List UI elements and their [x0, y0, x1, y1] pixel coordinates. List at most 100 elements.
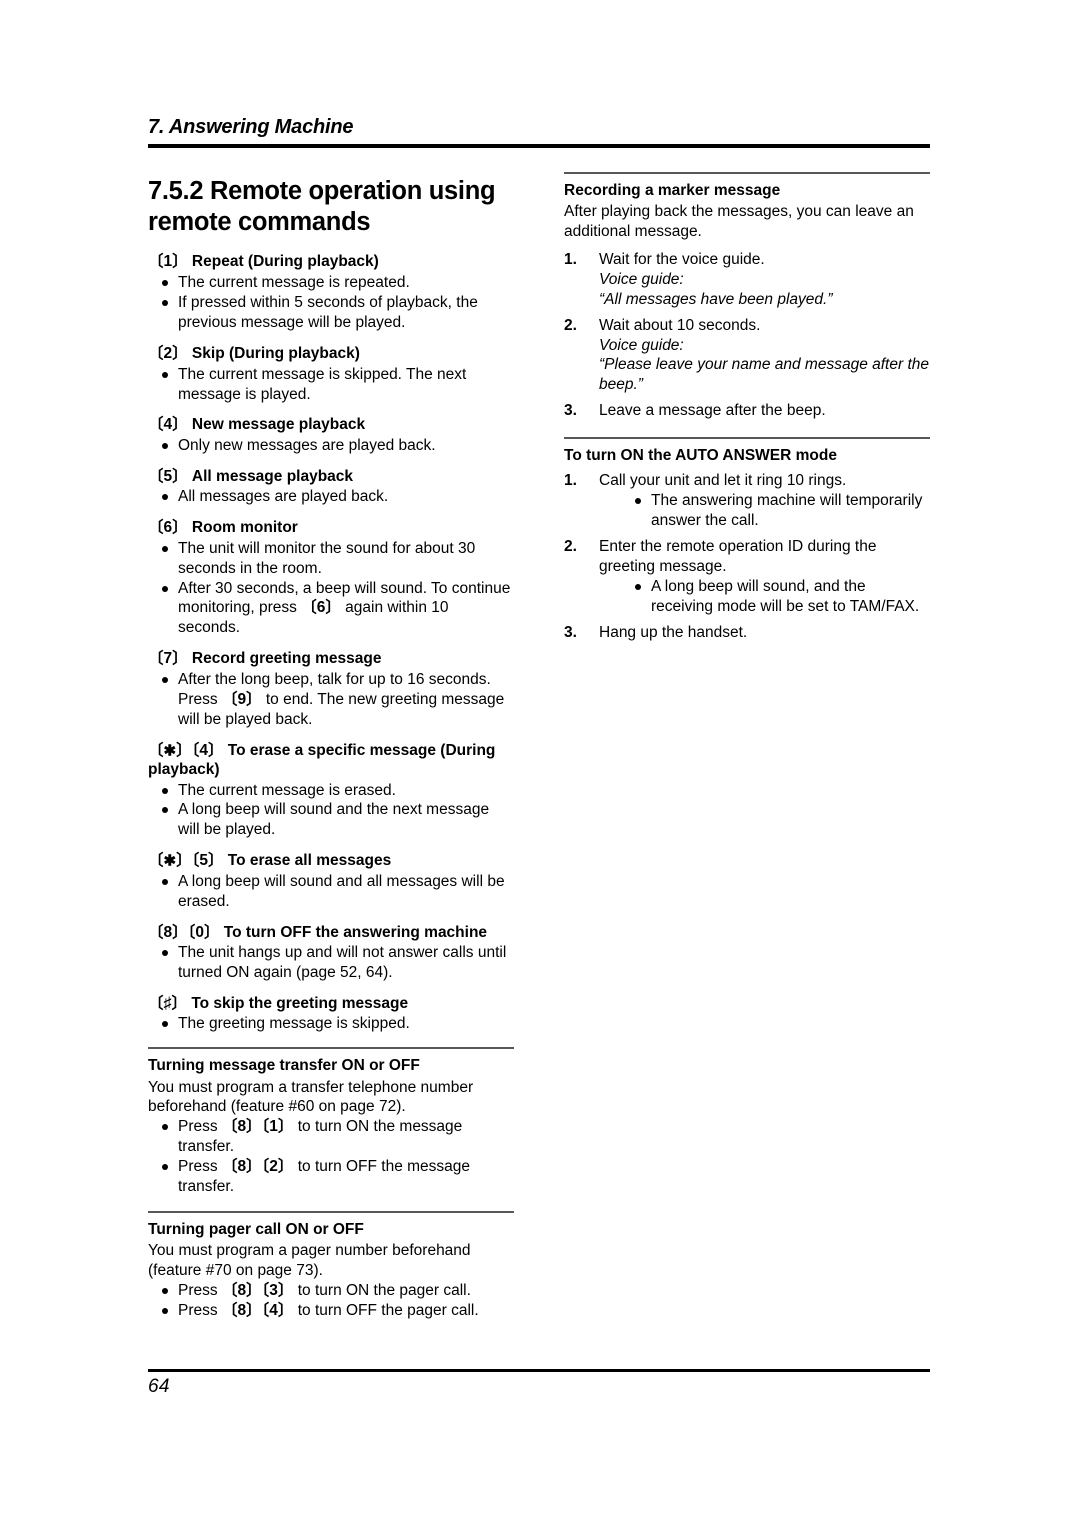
- list-item: 3. Leave a message after the beep.: [564, 401, 930, 421]
- step-number: 1.: [564, 250, 577, 268]
- step-bullets: A long beep will sound, and the receivin…: [599, 577, 930, 617]
- list-item: A long beep will sound, and the receivin…: [631, 577, 930, 617]
- heading-auto-answer: To turn ON the AUTO ANSWER mode: [564, 447, 837, 465]
- key-cap-6-inline: 〔6〕: [301, 599, 341, 617]
- key-cap-sharp: 〔♯〕: [148, 994, 188, 1012]
- list-item: 2. Wait about 10 seconds. Voice guide: “…: [564, 316, 930, 396]
- list-item: Only new messages are played back.: [158, 436, 514, 456]
- step-number: 1.: [564, 472, 577, 490]
- heading-marker-message: Recording a marker message: [564, 182, 781, 199]
- list-item: 1. Wait for the voice guide. Voice guide…: [564, 250, 930, 310]
- footer-rule: [148, 1369, 930, 1372]
- voice-guide-quote: “Please leave your name and message afte…: [599, 356, 929, 394]
- steps-auto-answer: 1. Call your unit and let it ring 10 rin…: [564, 471, 930, 642]
- page-title: 7.5.2 Remote operation using remote comm…: [148, 177, 496, 237]
- command-bullets-room-monitor: The unit will monitor the sound for abou…: [148, 539, 514, 639]
- command-bullets-turn-off-am: The unit hangs up and will not answer ca…: [148, 943, 514, 983]
- list-item: A long beep will sound and the next mess…: [158, 800, 514, 840]
- page-number: 64: [148, 1376, 170, 1397]
- text-marker-message-intro: After playing back the messages, you can…: [564, 203, 914, 241]
- voice-guide-label: Voice guide:: [599, 270, 684, 288]
- command-bullets-all-playback: All messages are played back.: [148, 487, 514, 507]
- asterisk-icon: ✱: [163, 852, 177, 870]
- step-text: Enter the remote operation ID during the…: [599, 538, 877, 575]
- list-item: After the long beep, talk for up to 16 s…: [158, 670, 514, 730]
- command-heading-skip-greeting: 〔♯〕 To skip the greeting message: [148, 994, 409, 1012]
- step-number: 2.: [564, 316, 577, 334]
- command-heading-turn-off-am: 〔8〕〔0〕 To turn OFF the answering machine: [148, 923, 488, 941]
- command-bullets-erase-specific: The current message is erased. A long be…: [148, 781, 514, 841]
- list-item: The current message is repeated.: [158, 273, 514, 293]
- step-text: Wait for the voice guide.: [599, 250, 765, 268]
- voice-guide-quote: “All messages have been played.”: [599, 290, 833, 308]
- step-text: Leave a message after the beep.: [599, 402, 826, 420]
- step-text: Call your unit and let it ring 10 rings.: [599, 472, 847, 490]
- sharp-icon: ♯: [163, 994, 172, 1012]
- key-cap-4: 〔4〕: [148, 416, 188, 434]
- left-column: 7.5.2 Remote operation using remote comm…: [148, 172, 514, 1321]
- command-heading-erase-specific: 〔✱〕〔4〕 To erase a specific message (Duri…: [148, 741, 496, 779]
- list-item: After 30 seconds, a beep will sound. To …: [158, 579, 514, 639]
- list-item: Press 〔8〕〔2〕 to turn OFF the message tra…: [158, 1157, 514, 1197]
- command-bullets-repeat: The current message is repeated. If pres…: [148, 273, 514, 333]
- command-bullets-record-greeting: After the long beep, talk for up to 16 s…: [148, 670, 514, 730]
- key-cap-8-0: 〔8〕〔0〕: [148, 923, 220, 941]
- heading-pager-call: Turning pager call ON or OFF: [148, 1220, 364, 1238]
- key-cap-star-5: 〔✱〕〔5〕: [148, 852, 224, 870]
- key-cap-2: 〔2〕: [148, 345, 188, 363]
- asterisk-icon: ✱: [163, 742, 177, 760]
- command-heading-all-playback: 〔5〕 All message playback: [148, 467, 354, 485]
- command-bullets-skip: The current message is skipped. The next…: [148, 365, 514, 405]
- list-item: The greeting message is skipped.: [158, 1014, 514, 1034]
- list-item: The unit will monitor the sound for abou…: [158, 539, 514, 579]
- step-number: 2.: [564, 538, 577, 556]
- list-item: All messages are played back.: [158, 487, 514, 507]
- text-message-transfer-intro: You must program a transfer telephone nu…: [148, 1078, 474, 1116]
- command-heading-record-greeting: 〔7〕 Record greeting message: [148, 650, 382, 668]
- text-pager-call-intro: You must program a pager number beforeha…: [148, 1242, 471, 1279]
- list-item: A long beep will sound and all messages …: [158, 872, 514, 912]
- voice-guide-label: Voice guide:: [599, 336, 684, 354]
- section-divider: [564, 437, 930, 440]
- heading-message-transfer: Turning message transfer ON or OFF: [148, 1057, 420, 1075]
- key-cap-star-4: 〔✱〕〔4〕: [148, 741, 224, 760]
- list-item: Press 〔8〕〔1〕 to turn ON the message tran…: [158, 1117, 514, 1157]
- list-item: The current message is skipped. The next…: [158, 365, 514, 405]
- list-item: The answering machine will temporarily a…: [631, 491, 930, 531]
- list-item: Press 〔8〕〔4〕 to turn OFF the pager call.: [158, 1301, 514, 1321]
- running-head: 7. Answering Machine: [148, 116, 930, 148]
- command-heading-skip: 〔2〕 Skip (During playback): [148, 345, 360, 363]
- key-cap-6: 〔6〕: [148, 519, 188, 537]
- bullets-message-transfer: Press 〔8〕〔1〕 to turn ON the message tran…: [148, 1117, 514, 1197]
- command-heading-repeat: 〔1〕 Repeat (During playback): [148, 253, 379, 271]
- key-cap-8-1: 〔8〕〔1〕: [221, 1118, 294, 1136]
- command-bullets-new-playback: Only new messages are played back.: [148, 436, 514, 456]
- header-rule: [148, 144, 930, 148]
- command-heading-erase-all: 〔✱〕〔5〕 To erase all messages: [148, 852, 392, 870]
- key-cap-1: 〔1〕: [148, 253, 188, 271]
- command-heading-room-monitor: 〔6〕 Room monitor: [148, 519, 298, 537]
- step-number: 3.: [564, 402, 577, 420]
- command-bullets-erase-all: A long beep will sound and all messages …: [148, 872, 514, 912]
- steps-marker-message: 1. Wait for the voice guide. Voice guide…: [564, 250, 930, 421]
- chapter-title: 7. Answering Machine: [148, 116, 354, 138]
- step-text: Wait about 10 seconds.: [599, 316, 761, 334]
- key-cap-5: 〔5〕: [148, 467, 188, 485]
- list-item: Press 〔8〕〔3〕 to turn ON the pager call.: [158, 1281, 514, 1301]
- right-column: Recording a marker message After playing…: [564, 172, 930, 643]
- list-item: If pressed within 5 seconds of playback,…: [158, 293, 514, 333]
- key-cap-8-4: 〔8〕〔4〕: [221, 1301, 294, 1319]
- key-cap-7: 〔7〕: [148, 650, 188, 668]
- step-number: 3.: [564, 623, 577, 641]
- section-divider: [148, 1047, 514, 1050]
- list-item: 2. Enter the remote operation ID during …: [564, 537, 930, 617]
- list-item: 3. Hang up the handset.: [564, 623, 930, 643]
- key-cap-8-3: 〔8〕〔3〕: [221, 1281, 294, 1299]
- manual-page: 7. Answering Machine 7.5.2 Remote operat…: [0, 0, 1080, 1528]
- key-cap-8-2: 〔8〕〔2〕: [221, 1158, 294, 1176]
- list-item: The current message is erased.: [158, 781, 514, 801]
- command-heading-new-playback: 〔4〕 New message playback: [148, 416, 366, 434]
- list-item: 1. Call your unit and let it ring 10 rin…: [564, 471, 930, 531]
- list-item: The unit hangs up and will not answer ca…: [158, 943, 514, 983]
- step-bullets: The answering machine will temporarily a…: [599, 491, 930, 531]
